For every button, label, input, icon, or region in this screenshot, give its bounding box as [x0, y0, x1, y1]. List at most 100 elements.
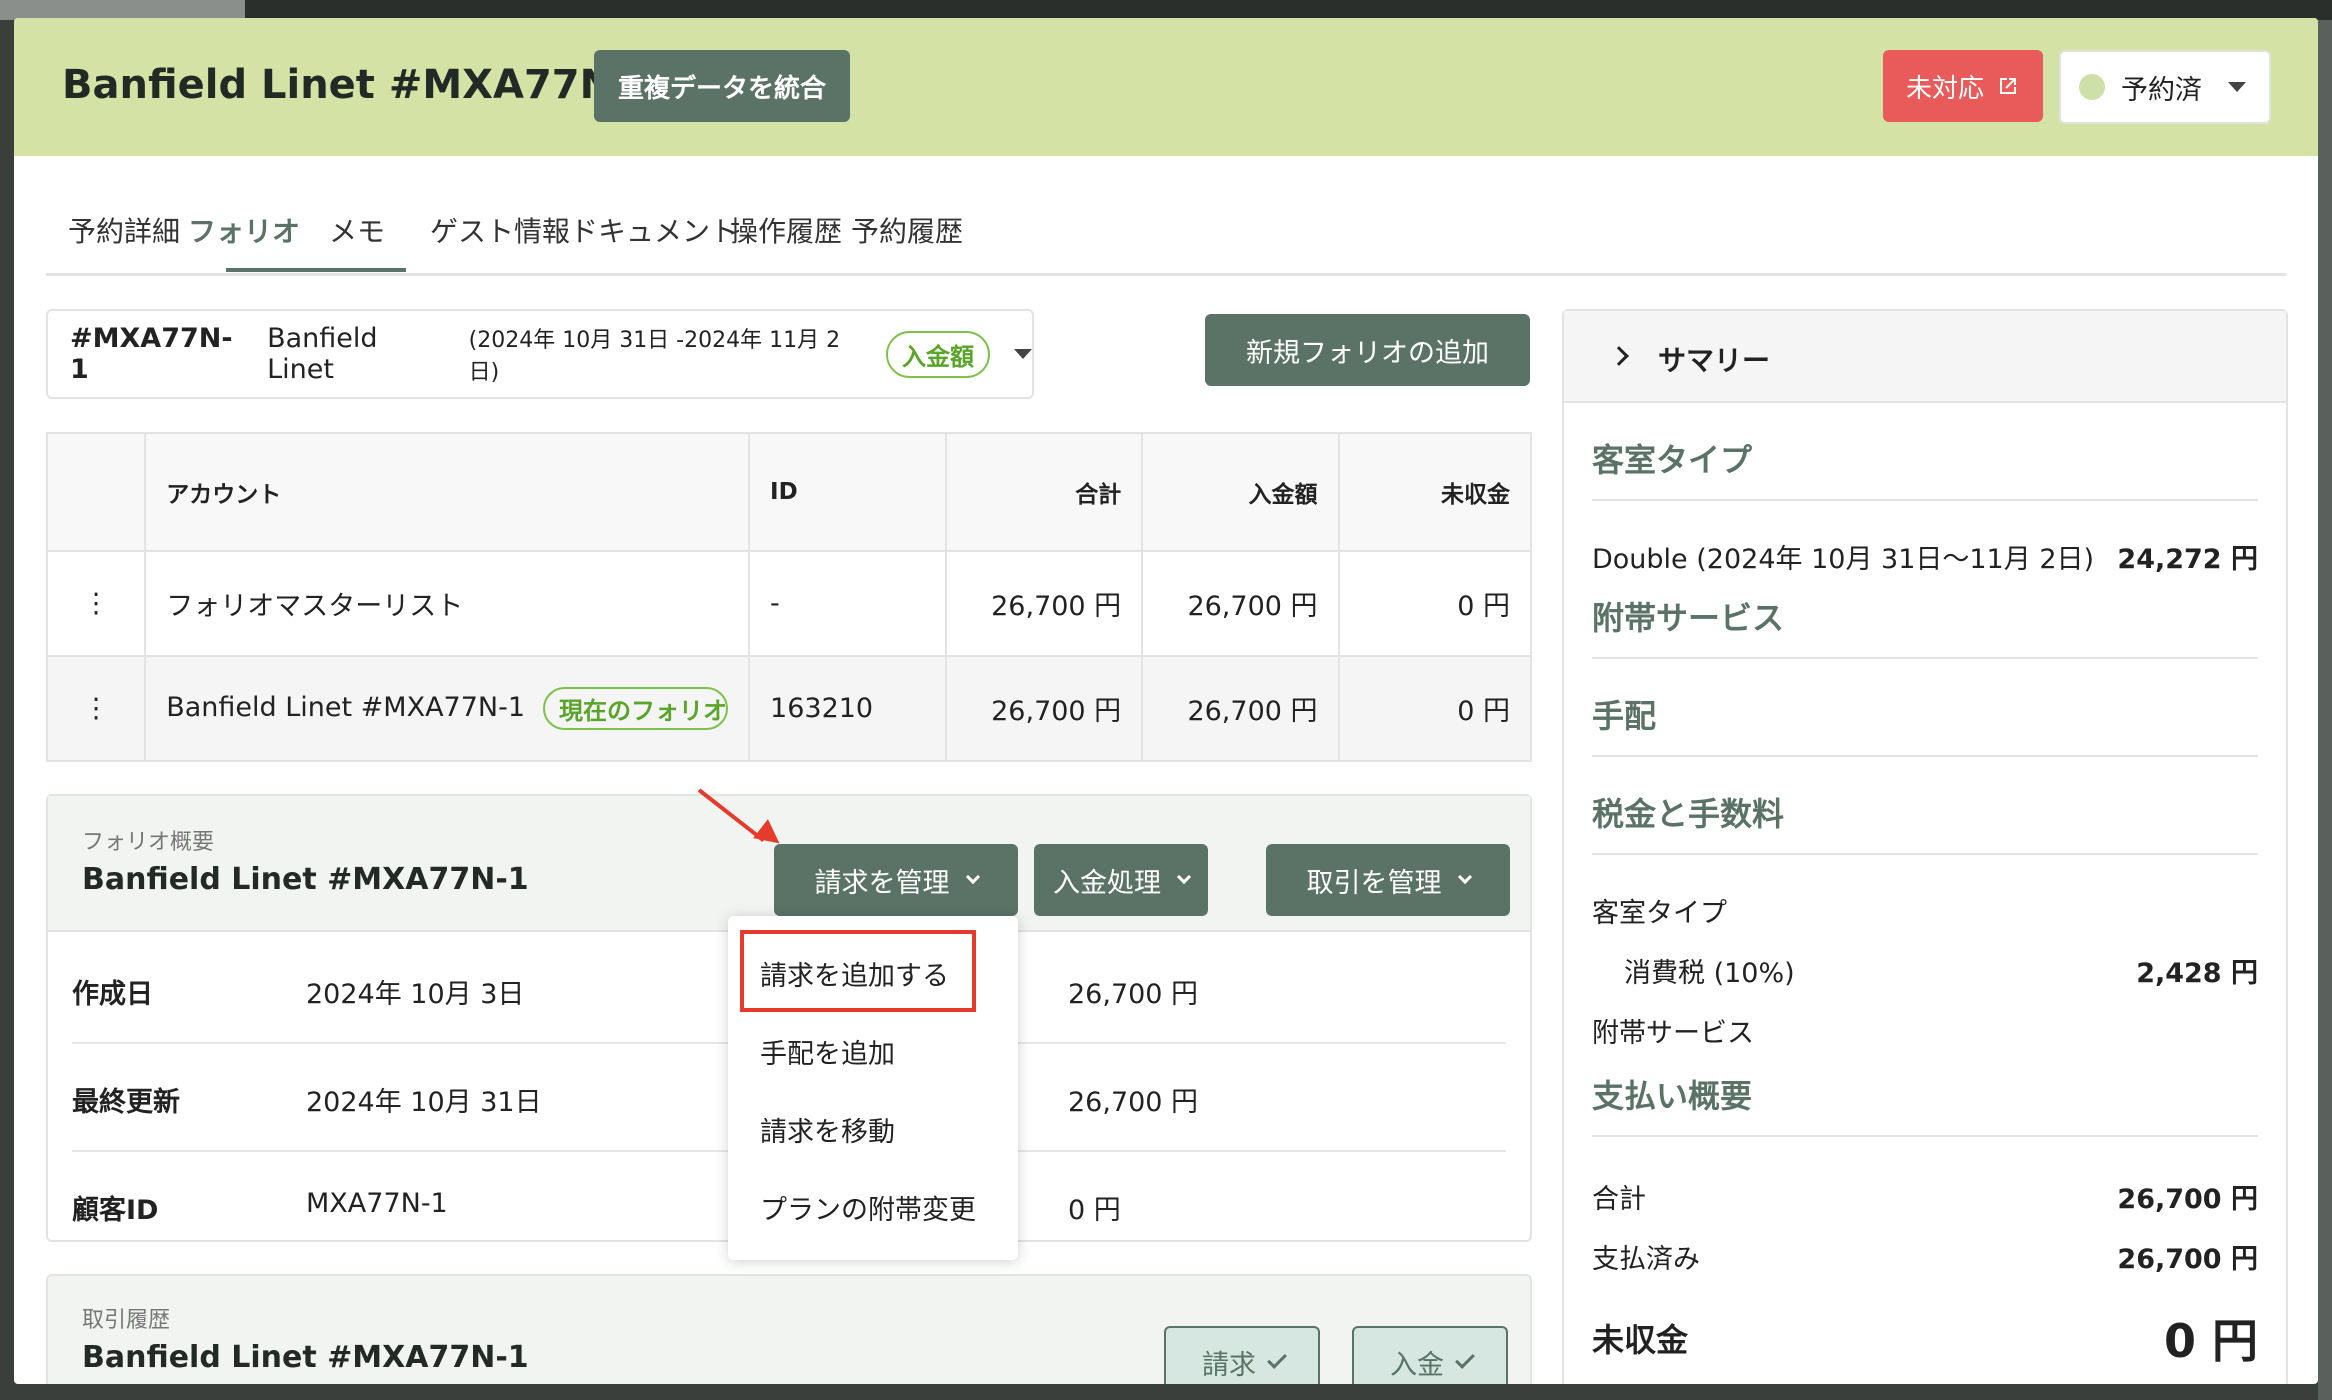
tax-services-text: 附帯サービス	[1592, 1018, 1754, 1049]
table-row[interactable]: ⋮ フォリオマスターリスト - 26,700 円 26,700 円 0 円	[45, 550, 1533, 657]
manage-billing-label: 請求を管理	[814, 867, 950, 899]
summary-header[interactable]: サマリー	[1564, 311, 2286, 403]
payment-processing-label: 入金処理	[1053, 867, 1161, 899]
account-total: 26,700 円	[944, 550, 1144, 657]
room-line-amount: 24,272 円	[2117, 544, 2258, 575]
external-link-icon	[2000, 78, 2016, 94]
folio-dates: (2024年 10月 31日 -2024年 11月 2日)	[468, 328, 841, 385]
account-name: フォリオマスターリスト	[144, 550, 751, 657]
overview-label: 作成日	[72, 979, 153, 1010]
overview-subtitle: フォリオ概要	[82, 830, 215, 855]
transaction-history-card: 取引履歴 Banfield Linet #MXA77N-1 請求 入金	[46, 1274, 1532, 1384]
tab-guest-info[interactable]: ゲスト情報	[430, 210, 570, 250]
summary-section-services: 附帯サービス	[1592, 593, 2258, 659]
summary-section-payment: 支払い概要	[1592, 1071, 2258, 1137]
reservation-status-select[interactable]: 予約済	[2059, 50, 2271, 124]
folio-paid-badge: 入金額	[886, 330, 990, 378]
menu-item-add-arrangement[interactable]: 手配を追加	[760, 1032, 895, 1071]
summary-room-line: Double (2024年 10月 31日〜11月 2日) 24,272 円	[1592, 537, 2258, 576]
overview-value: 2024年 10月 3日	[306, 979, 525, 1010]
tax-line-amount: 2,428 円	[2136, 958, 2258, 989]
summary-section-taxes: 税金と手数料	[1592, 789, 2258, 855]
overview-value: 2024年 10月 31日	[306, 1087, 542, 1118]
total-label: 合計	[1592, 1184, 1646, 1215]
history-subtitle: 取引履歴	[82, 1308, 171, 1333]
modal-header: Banfield Linet #MXA77N-1 重複データを統合 未対応 予約…	[14, 18, 2318, 156]
account-paid: 26,700 円	[1141, 550, 1340, 657]
filter-bill-toggle[interactable]: 請求	[1164, 1326, 1320, 1384]
manage-transactions-button[interactable]: 取引を管理	[1266, 844, 1510, 916]
account-cell: Banfield Linet #MXA77N-1 現在のフォリオ	[144, 655, 751, 762]
status-dot	[2079, 74, 2105, 100]
chevron-down-icon	[1457, 869, 1472, 885]
chevron-down-icon	[2228, 82, 2246, 92]
background-right	[2318, 20, 2332, 1400]
status-label: 予約済	[2121, 74, 2202, 106]
menu-item-change-plan-extras[interactable]: プランの附帯変更	[760, 1188, 976, 1227]
tab-documents[interactable]: ドキュメント	[570, 210, 738, 250]
account-id: 163210	[748, 655, 947, 762]
folio-select[interactable]: #MXA77N-1 Banfield Linet (2024年 10月 31日 …	[46, 309, 1034, 399]
filter-bill-label: 請求	[1202, 1349, 1256, 1381]
tab-reservation-details[interactable]: 予約詳細	[68, 210, 180, 250]
menu-item-move-bill[interactable]: 請求を移動	[760, 1110, 895, 1149]
overview-amount: 26,700 円	[1068, 979, 1199, 1010]
column-header-actions	[45, 432, 147, 552]
overview-value: MXA77N-1	[306, 1188, 448, 1219]
folio-id: #MXA77N-1	[70, 323, 233, 385]
overview-title: Banfield Linet #MXA77N-1	[82, 862, 529, 897]
column-header-total: 合計	[944, 432, 1144, 552]
manage-billing-dropdown: 請求を追加する 手配を追加 請求を移動 プランの附帯変更	[728, 916, 1018, 1260]
page-title: Banfield Linet #MXA77N-1	[62, 62, 658, 108]
chevron-right-icon	[1609, 346, 1629, 366]
folio-overview-header: フォリオ概要 Banfield Linet #MXA77N-1 請求を管理 入金…	[48, 796, 1530, 932]
current-folio-badge: 現在のフォリオ	[543, 687, 729, 730]
tax-line-label: 消費税 (10%)	[1624, 958, 1795, 989]
summary-section-arrangements: 手配	[1592, 691, 2258, 757]
paid-label: 支払済み	[1592, 1244, 1700, 1275]
tab-operation-history[interactable]: 操作履歴	[730, 210, 842, 250]
paid-amount: 26,700 円	[2117, 1244, 2258, 1275]
active-tab-indicator	[226, 268, 406, 272]
table-row[interactable]: ⋮ Banfield Linet #MXA77N-1 現在のフォリオ 163210…	[45, 655, 1533, 762]
summary-total-line: 合計 26,700 円	[1592, 1177, 2258, 1216]
filter-payment-label: 入金	[1390, 1349, 1444, 1381]
background-top	[245, 0, 2332, 20]
column-header-account: アカウント	[144, 432, 751, 552]
tab-memo[interactable]: メモ	[329, 210, 385, 250]
summary-paid-line: 支払済み 26,700 円	[1592, 1237, 2258, 1276]
folio-guest-name: Banfield Linet	[267, 323, 378, 385]
check-icon	[1455, 1349, 1475, 1369]
tab-reservation-history[interactable]: 予約履歴	[851, 210, 963, 250]
overview-amount: 26,700 円	[1068, 1087, 1199, 1118]
summary-panel: サマリー 客室タイプ Double (2024年 10月 31日〜11月 2日)…	[1562, 309, 2288, 1384]
background-left	[0, 0, 245, 20]
merge-duplicates-button[interactable]: 重複データを統合	[594, 50, 850, 122]
payment-processing-button[interactable]: 入金処理	[1034, 844, 1208, 916]
summary-title: サマリー	[1658, 344, 1771, 377]
kebab-menu-icon[interactable]: ⋮	[45, 655, 147, 762]
unhandled-button[interactable]: 未対応	[1883, 50, 2043, 122]
column-header-paid: 入金額	[1141, 432, 1340, 552]
chevron-down-icon	[1176, 869, 1192, 885]
accounts-table: アカウント ID 合計 入金額 未収金 ⋮ フォリオマスターリスト - 26,7…	[45, 432, 1533, 762]
table-header-row: アカウント ID 合計 入金額 未収金	[45, 432, 1533, 552]
tax-room-type-label: 客室タイプ	[1592, 891, 2258, 930]
kebab-menu-icon[interactable]: ⋮	[45, 550, 147, 657]
total-amount: 26,700 円	[2117, 1184, 2258, 1215]
folio-modal: Banfield Linet #MXA77N-1 重複データを統合 未対応 予約…	[14, 18, 2318, 1384]
filter-payment-toggle[interactable]: 入金	[1352, 1326, 1508, 1384]
check-icon	[1267, 1349, 1287, 1369]
tax-room-label: 客室タイプ	[1592, 898, 1727, 929]
balance-label: 未収金	[1592, 1321, 1689, 1359]
account-balance: 0 円	[1337, 655, 1533, 762]
overview-label: 最終更新	[72, 1087, 180, 1118]
tab-bar: 予約詳細 フォリオ メモ ゲスト情報 ドキュメント 操作履歴 予約履歴	[46, 178, 2286, 276]
manage-billing-button[interactable]: 請求を管理	[774, 844, 1018, 916]
balance-amount: 0 円	[2163, 1314, 2258, 1368]
menu-item-add-bill[interactable]: 請求を追加する	[760, 954, 949, 993]
add-new-folio-button[interactable]: 新規フォリオの追加	[1205, 314, 1530, 386]
unhandled-label: 未対応	[1905, 73, 1984, 104]
tab-folio[interactable]: フォリオ	[188, 210, 300, 250]
room-line-label: Double (2024年 10月 31日〜11月 2日)	[1592, 544, 2095, 575]
